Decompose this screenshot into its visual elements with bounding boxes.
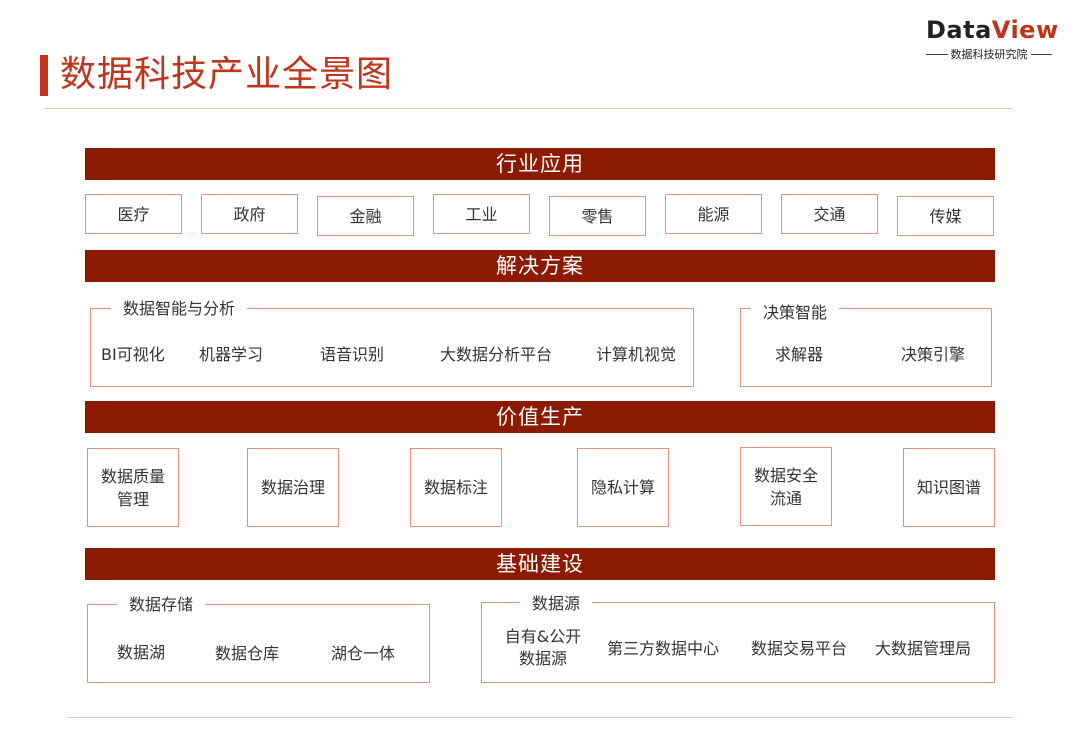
logo-prefix: Data	[926, 16, 992, 44]
solution-item: 计算机视觉	[596, 345, 677, 364]
band-solutions: 解决方案	[85, 250, 995, 282]
industry-item: 传媒	[897, 196, 994, 236]
group-label-data-source: 数据源	[520, 594, 593, 614]
solution-item: 求解器	[775, 345, 824, 364]
value-item: 数据质量 管理	[87, 448, 179, 527]
solution-item: 大数据分析平台	[440, 345, 553, 364]
industry-item: 医疗	[85, 194, 182, 234]
value-item: 数据安全 流通	[740, 447, 832, 526]
value-item: 数据标注	[410, 448, 502, 527]
solution-item: 语音识别	[320, 345, 385, 364]
group-label-data-storage: 数据存储	[117, 595, 206, 615]
industry-item: 能源	[665, 194, 762, 234]
solution-item: 决策引擎	[901, 345, 966, 364]
title-accent-bar	[40, 55, 48, 96]
solution-item: 机器学习	[199, 345, 264, 364]
industry-item: 工业	[433, 194, 530, 234]
bottom-divider	[67, 717, 1013, 718]
logo-subtitle: 数据科技研究院	[950, 48, 1028, 61]
top-divider	[45, 108, 1013, 109]
infra-item: 第三方数据中心	[607, 639, 720, 658]
infra-item: 自有&公开 数据源	[504, 627, 582, 668]
group-label-data-intelligence: 数据智能与分析	[111, 299, 248, 319]
logo-suffix: View	[991, 16, 1059, 44]
industry-item: 零售	[549, 196, 646, 236]
solution-item: BI可视化	[101, 345, 165, 364]
logo-rule-left	[926, 53, 948, 55]
infra-item: 湖仓一体	[331, 644, 396, 663]
infra-item: 数据仓库	[215, 644, 280, 663]
industry-item: 金融	[317, 196, 414, 236]
infra-item: 数据交易平台	[751, 639, 848, 658]
infra-item: 大数据管理局	[875, 639, 972, 658]
value-item: 隐私计算	[577, 448, 669, 527]
band-infrastructure: 基础建设	[85, 548, 995, 580]
dataview-logo: DataView	[926, 14, 1059, 46]
infra-item: 数据湖	[117, 643, 166, 662]
band-value: 价值生产	[85, 401, 995, 433]
value-item: 知识图谱	[903, 448, 995, 527]
industry-item: 交通	[781, 194, 878, 234]
group-label-decision-intelligence: 决策智能	[751, 303, 840, 323]
logo-subtitle-row: 数据科技研究院	[926, 46, 1052, 62]
logo-rule-right	[1030, 53, 1052, 55]
band-industry: 行业应用	[85, 148, 995, 180]
page-title: 数据科技产业全景图	[60, 54, 394, 95]
industry-item: 政府	[201, 194, 298, 234]
value-item: 数据治理	[247, 448, 339, 527]
